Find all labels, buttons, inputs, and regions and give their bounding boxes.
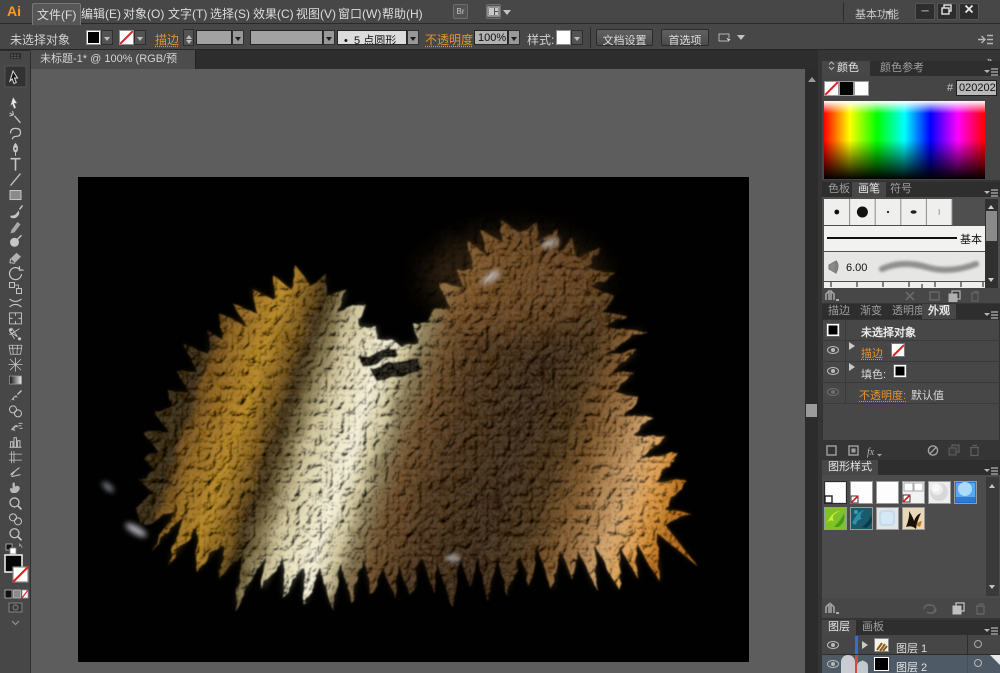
svg-text:fx: fx — [867, 447, 875, 458]
svg-text:6.00: 6.00 — [846, 262, 867, 274]
